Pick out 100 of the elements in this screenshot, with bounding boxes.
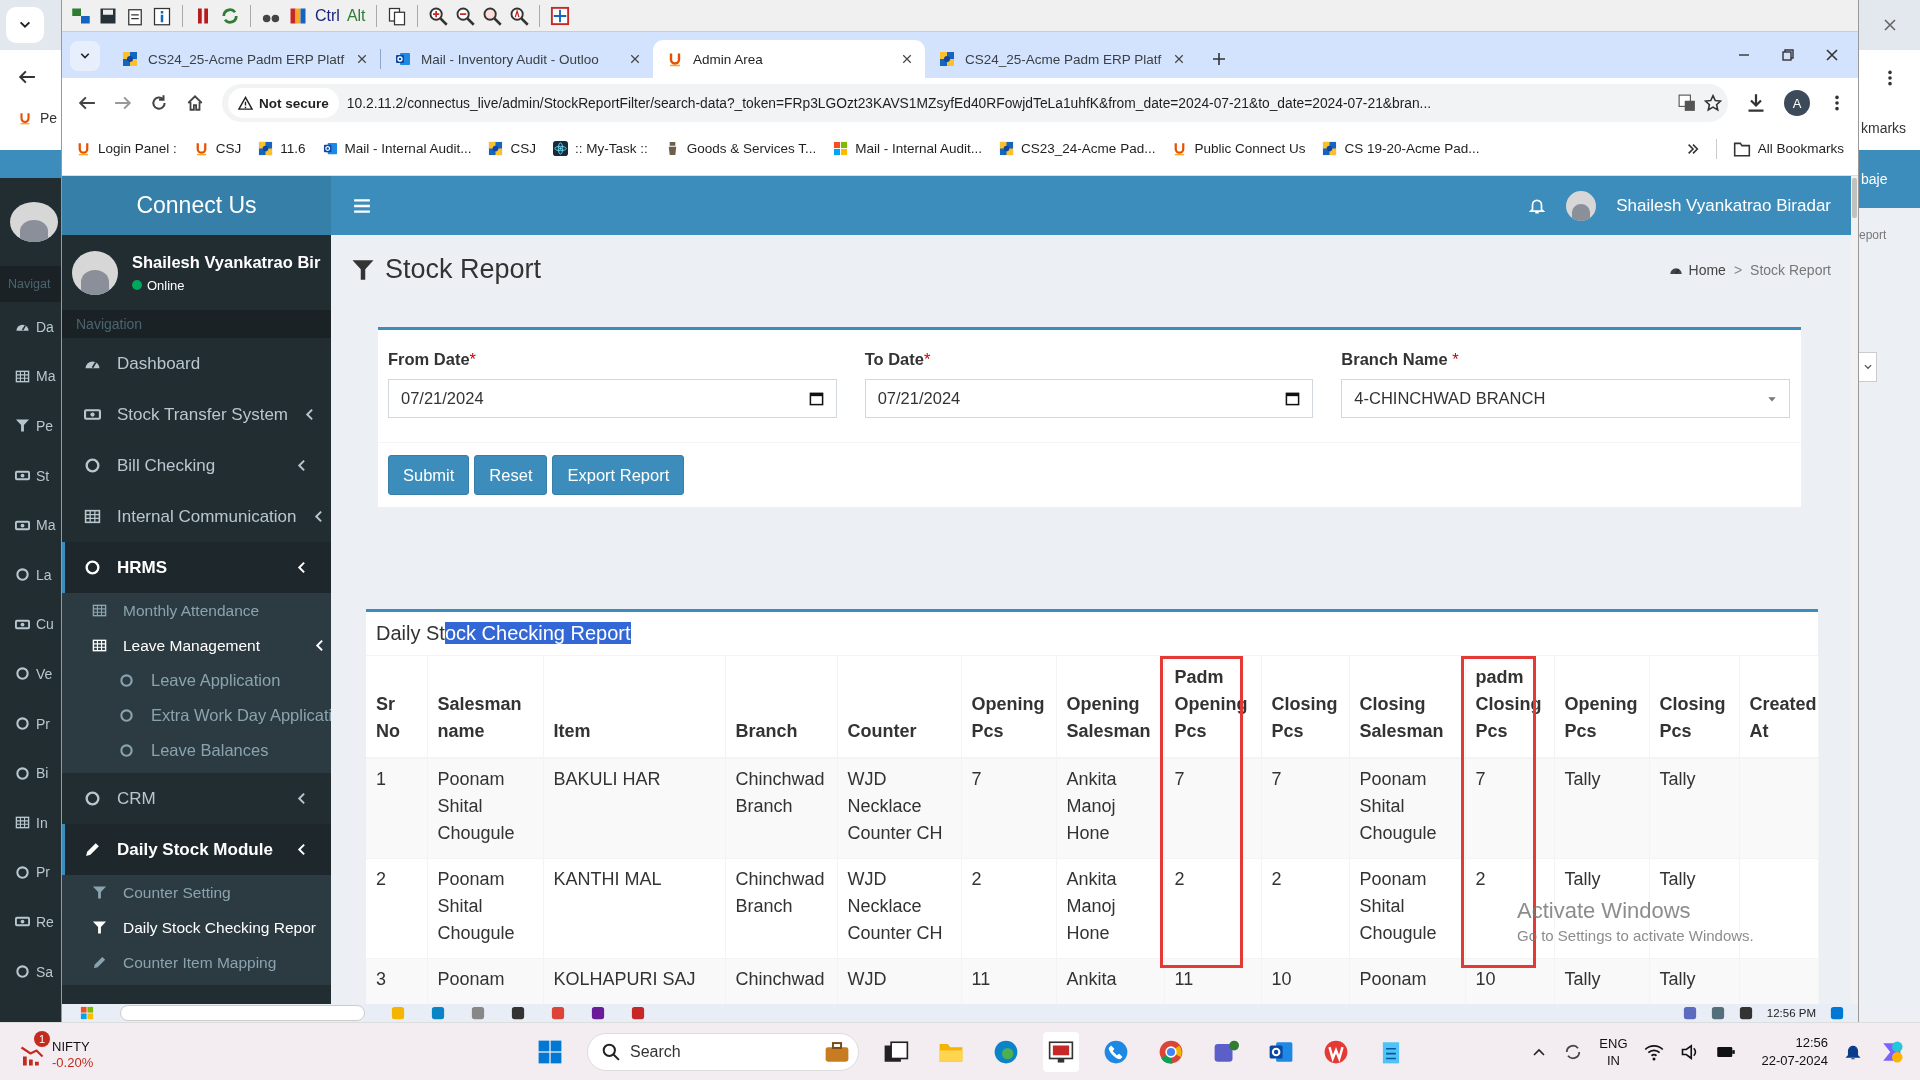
bookmark[interactable]: CS23_24-Acme Pad... — [999, 141, 1156, 156]
bookmark[interactable]: CSJ — [193, 141, 242, 156]
table-cell: Poonam Shital Chougule — [437, 869, 515, 943]
notification-badge: 1 — [34, 1030, 50, 1047]
bookmark[interactable]: Login Panel : — [76, 141, 177, 156]
column-header: Branch — [735, 721, 798, 741]
bookmark[interactable]: Mail - Internal Audit... — [833, 141, 983, 156]
action-button[interactable]: Export Report — [552, 455, 685, 495]
menu-item[interactable]: Extra Work Day Applicati — [62, 698, 331, 733]
menu-item[interactable]: Pr — [0, 847, 61, 898]
action-button[interactable]: Reset — [474, 455, 548, 495]
table-cell: 11 — [1174, 969, 1194, 989]
menu-item[interactable]: St — [0, 450, 61, 501]
bookmark[interactable]: :: My-Task :: — [552, 141, 648, 156]
table-cell: Ankita Manoj Hone — [1066, 869, 1117, 943]
menu-item[interactable]: Daily Stock Checking Repor — [62, 910, 331, 945]
column-header: Salesman name — [437, 694, 522, 741]
column-header: Closing Pcs — [1659, 694, 1726, 741]
table-cell: KANTHI MAL — [553, 869, 662, 889]
key-button[interactable]: Alt — [346, 6, 366, 25]
field-label: To Date* — [864, 350, 932, 369]
column-header: Closing Salesman — [1359, 694, 1444, 741]
menu-item[interactable]: Internal Communication — [62, 491, 331, 542]
column-header: Sr No — [376, 694, 400, 741]
column-header: Created At — [1749, 694, 1817, 741]
action-button[interactable]: Submit — [388, 455, 470, 495]
menu-item[interactable]: Monthly Attendance — [62, 593, 331, 628]
column-header: Opening Salesman — [1066, 694, 1151, 741]
table-cell: Tally — [1659, 969, 1696, 989]
table-cell: Chinchwad — [735, 969, 825, 989]
bookmark[interactable]: Mail - Internal Audit... — [322, 141, 472, 156]
menu-item[interactable]: Re — [0, 897, 61, 947]
bookmark[interactable]: CSJ — [488, 141, 536, 156]
table-cell: 7 — [1174, 769, 1185, 789]
bookmark[interactable]: Pe — [18, 110, 61, 126]
menu-item[interactable]: Ma — [0, 351, 61, 402]
bookmark[interactable]: Public Connect Us — [1172, 141, 1306, 156]
bookmark[interactable]: CS 19-20-Acme Pad... — [1322, 141, 1480, 156]
menu-item[interactable]: In — [0, 797, 61, 848]
column-header: Opening Pcs — [1564, 694, 1638, 741]
language-indicator[interactable]: ENG IN — [1599, 1034, 1628, 1069]
menu-item[interactable]: Bi — [0, 748, 61, 798]
menu-item[interactable]: Counter Setting — [62, 875, 331, 910]
bookmark[interactable]: 11.6 — [258, 141, 306, 156]
table-cell: 2 — [376, 869, 386, 889]
clock[interactable]: 12:56 22-07-2024 — [1761, 1033, 1828, 1070]
browser-tab[interactable]: Mail - Inventory Audit - Outloo — [381, 40, 653, 78]
menu-item[interactable]: Ve — [0, 649, 61, 699]
browser-tab[interactable]: CS24_25-Acme Padm ERP Platf — [108, 40, 380, 78]
menu-item[interactable]: Ma — [0, 500, 61, 550]
bookmark[interactable]: Goods & Services T... — [664, 141, 817, 156]
date-field[interactable]: 07/21/2024 — [388, 379, 837, 418]
stock-widget[interactable]: NIFTY -0.20% 1 — [20, 1030, 96, 1073]
menu-item[interactable]: Pe — [0, 401, 61, 451]
app-brand[interactable]: Connect Us — [62, 176, 331, 235]
field-label: From Date* — [388, 350, 478, 369]
user-name: Shailesh Vyankatrao Bir — [132, 252, 321, 272]
online-status: Online — [132, 277, 321, 293]
table-cell: WJD Necklace Counter CH — [847, 869, 943, 943]
search-field[interactable]: Search — [587, 1033, 859, 1071]
key-button[interactable]: Ctrl — [315, 6, 340, 25]
browser-tab[interactable]: Admin Area — [653, 40, 925, 78]
menu-item[interactable]: Da — [0, 302, 61, 352]
table-cell: WJD — [847, 969, 887, 989]
menu-item[interactable]: Counter Item Mapping — [62, 945, 331, 980]
column-header: Counter — [847, 721, 917, 741]
clock[interactable]: 12:56 PM — [1766, 1007, 1816, 1019]
select-field[interactable]: 4-CHINCHWAD BRANCH — [1341, 379, 1790, 418]
menu-item[interactable]: HRMS — [62, 542, 331, 593]
menu-item[interactable]: Bill Checking — [62, 440, 331, 491]
menu-item[interactable]: Sa — [0, 946, 61, 997]
menu-item[interactable]: Stock Transfer System — [62, 389, 331, 440]
table-cell: 2 — [971, 869, 982, 889]
user-name[interactable]: Shailesh Vyankatrao Biradar — [1616, 195, 1831, 216]
bookmark[interactable]: All Bookmarks — [1732, 139, 1844, 158]
menu-item[interactable]: Daily Stock Module — [62, 824, 331, 875]
menu-item[interactable]: Dashboard — [62, 338, 331, 389]
menu-item[interactable]: Leave Balances — [62, 733, 331, 768]
menu-item[interactable]: Leave Application — [62, 663, 331, 698]
menu-item[interactable]: Pr — [0, 698, 61, 749]
table-cell: 10 — [1475, 969, 1496, 989]
menu-item[interactable]: CRM — [62, 773, 331, 824]
profile-button[interactable]: A — [1784, 90, 1810, 116]
table-cell: 1 — [376, 769, 386, 789]
security-chip[interactable]: Not secure — [228, 88, 339, 118]
breadcrumb-separator: > — [1733, 261, 1743, 278]
menu-item[interactable]: Leave Management — [62, 628, 331, 663]
breadcrumb-link[interactable]: Stock Report — [1750, 261, 1831, 278]
table-cell: Tally — [1564, 969, 1601, 989]
address-bar[interactable]: Not secure 10.2.11.2/connectus_live/admin/StockReportFilter/search-data?_token=FRp3LGOzt23KAVS1MZsyfEd40RFowjdTeLa1uhfK&from_date=2024-07-21&to_date=2024-07-21&bran... — [222, 84, 1728, 122]
date-field[interactable]: 07/21/2024 — [864, 379, 1314, 418]
browser-tab[interactable]: CS24_25-Acme Padm ERP Platf — [925, 40, 1197, 78]
table-cell: Poonam — [1359, 969, 1427, 989]
menu-item[interactable]: La — [0, 549, 61, 600]
bookmark-label[interactable]: kmarks — [1861, 120, 1907, 136]
table-cell: 2 — [1174, 869, 1185, 889]
breadcrumb-link[interactable]: Home — [1668, 261, 1726, 278]
nav-header: Navigat — [0, 266, 61, 302]
menu-item[interactable]: Cu — [0, 599, 61, 650]
table-cell: KOLHAPURI SAJ — [553, 969, 696, 989]
